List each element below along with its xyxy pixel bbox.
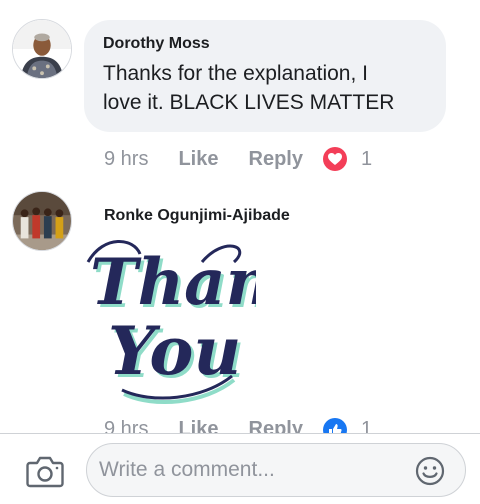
love-icon[interactable] xyxy=(322,147,347,171)
comment-author[interactable]: Dorothy Moss xyxy=(103,34,428,54)
sticker-text: Thank xyxy=(90,245,256,320)
comment-bubble: Dorothy Moss Thanks for the explanation,… xyxy=(84,20,446,132)
comment-actions: 9 hrs Like Reply 1 xyxy=(104,145,372,173)
comment-text-line: love it. BLACK LIVES MATTER xyxy=(103,91,395,114)
comment-composer xyxy=(0,433,480,504)
avatar-dorothy-moss[interactable] xyxy=(12,19,72,79)
avatar-image xyxy=(13,20,71,78)
thank-you-sticker: Thank Thank You You xyxy=(86,240,256,404)
reaction-count[interactable]: 1 xyxy=(361,148,372,171)
avatar-ronke-ogunjimi-ajibade[interactable] xyxy=(12,191,72,251)
like-button[interactable]: Like xyxy=(178,148,218,171)
comment-input-container xyxy=(86,443,466,497)
comment-text: Thanks for the explanation, I love it. B… xyxy=(103,59,428,117)
avatar-image xyxy=(13,192,71,250)
emoji-icon[interactable] xyxy=(415,456,445,486)
sticker-text: You xyxy=(108,312,241,390)
comment-timestamp[interactable]: 9 hrs xyxy=(104,148,148,171)
reply-button[interactable]: Reply xyxy=(249,148,303,171)
camera-icon[interactable] xyxy=(26,456,64,488)
comment-input[interactable] xyxy=(99,452,399,488)
comment-text-line: Thanks for the explanation, I xyxy=(103,62,368,85)
comment-author[interactable]: Ronke Ogunjimi-Ajibade xyxy=(104,206,290,226)
